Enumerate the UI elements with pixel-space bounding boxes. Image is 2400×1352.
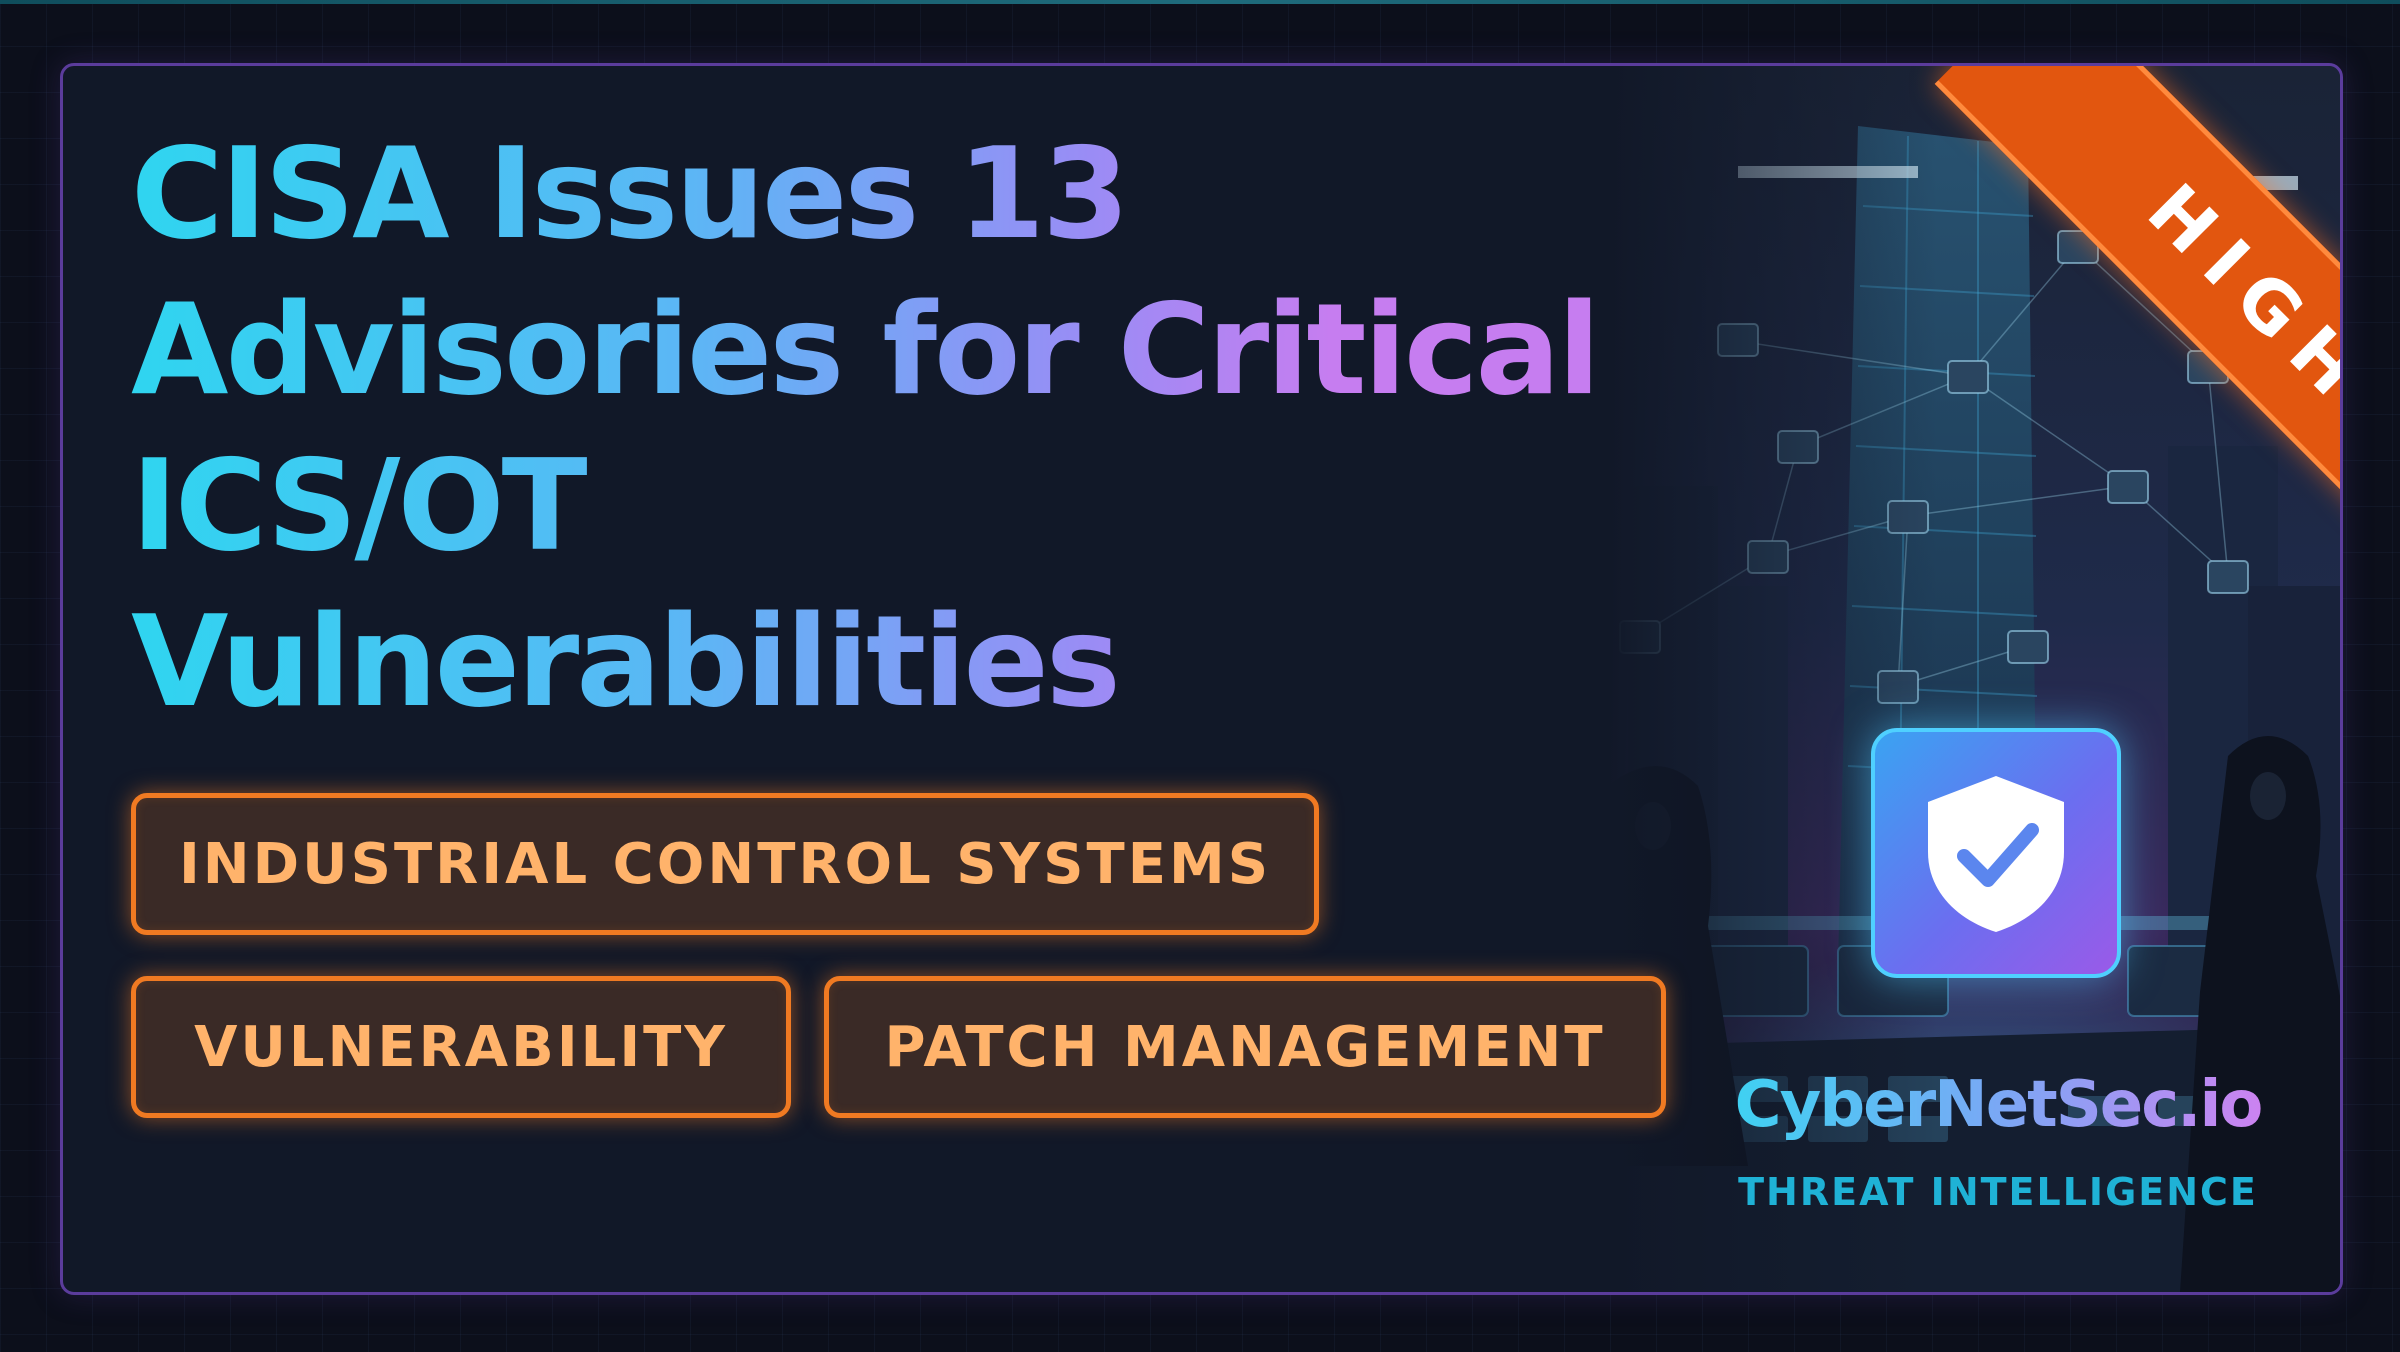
brand-tagline: THREAT INTELLIGENCE xyxy=(1738,1170,2258,1214)
headline: CISA Issues 13 Advisories for Critical I… xyxy=(131,116,1731,740)
severity-label: HIGH xyxy=(2131,167,2340,425)
tag-industrial-control-systems[interactable]: INDUSTRIAL CONTROL SYSTEMS xyxy=(131,793,1319,935)
news-card: CISA Issues 13 Advisories for Critical I… xyxy=(60,63,2343,1295)
top-accent-line xyxy=(0,0,2400,4)
tag-vulnerability[interactable]: VULNERABILITY xyxy=(131,976,791,1118)
headline-line-2: Advisories for Critical xyxy=(131,276,1598,423)
headline-line-3: ICS/OT xyxy=(131,432,585,579)
brand-name: CyberNetSec.io xyxy=(1703,1068,2293,1142)
severity-ribbon-band: HIGH xyxy=(1934,66,2340,606)
headline-line-4: Vulnerabilities xyxy=(131,588,1118,735)
tag-patch-management[interactable]: PATCH MANAGEMENT xyxy=(824,976,1666,1118)
severity-ribbon: HIGH xyxy=(1800,66,2340,606)
shield-check-icon xyxy=(1928,776,2064,932)
headline-line-1: CISA Issues 13 xyxy=(131,120,1127,267)
brand-logo xyxy=(1871,728,2121,978)
